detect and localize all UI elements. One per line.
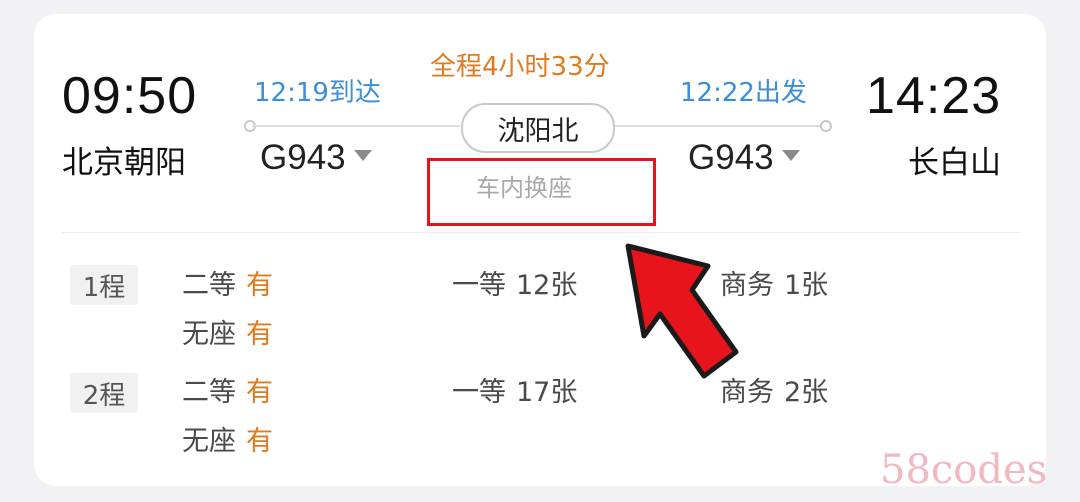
seat-availability: 2张 <box>784 377 829 408</box>
transfer-station-pill: 沈阳北 <box>461 103 615 153</box>
leg-2-badge: 2程 <box>70 373 138 413</box>
watermark-text: 58codes <box>880 447 1048 493</box>
leg-1-badge: 1程 <box>70 265 138 305</box>
seat-availability: 有 <box>246 426 273 457</box>
seat-class-label: 一等 <box>452 377 506 408</box>
seat-second-class[interactable]: 二等有 <box>182 272 273 299</box>
red-arrow-icon <box>625 243 739 379</box>
seat-class-label: 无座 <box>182 426 236 457</box>
train-number-2-dropdown[interactable]: G943 <box>688 140 800 175</box>
seat-second-class[interactable]: 二等有 <box>182 379 273 406</box>
total-duration: 全程4小时33分 <box>430 52 610 82</box>
departure-station: 北京朝阳 <box>62 145 186 181</box>
seat-availability: 有 <box>246 377 273 408</box>
departure-time: 09:50 <box>62 67 198 125</box>
seat-availability: 17张 <box>516 377 578 408</box>
seat-first-class[interactable]: 一等 12张 <box>452 272 577 299</box>
seat-class-label: 二等 <box>182 377 236 408</box>
caret-down-icon <box>781 150 800 162</box>
track-line-left <box>252 125 460 127</box>
highlight-box <box>427 158 656 226</box>
seat-availability: 1张 <box>784 270 829 301</box>
transfer-arrive-time: 12:19到达 <box>254 78 381 108</box>
seat-class-label: 一等 <box>452 270 506 301</box>
track-end-dot <box>820 120 832 132</box>
seat-availability: 有 <box>246 319 273 350</box>
train-result-card[interactable]: 09:50 北京朝阳 14:23 长白山 12:19到达 12:22出发 全程4… <box>34 14 1046 486</box>
arrival-station: 长白山 <box>908 145 1001 181</box>
transfer-depart-time: 12:22出发 <box>680 78 807 108</box>
train-number-1: G943 <box>260 138 346 177</box>
seat-availability: 12张 <box>516 270 578 301</box>
caret-down-icon <box>353 150 372 162</box>
train-number-1-dropdown[interactable]: G943 <box>260 140 372 175</box>
section-divider <box>62 232 1020 233</box>
seat-class-label: 二等 <box>182 270 236 301</box>
train-number-2: G943 <box>688 138 774 177</box>
seat-first-class[interactable]: 一等 17张 <box>452 379 577 406</box>
arrival-time: 14:23 <box>866 67 1002 125</box>
track-line-right <box>612 125 822 127</box>
seat-no-seat[interactable]: 无座有 <box>182 321 273 348</box>
seat-no-seat[interactable]: 无座有 <box>182 428 273 455</box>
seat-availability: 有 <box>246 270 273 301</box>
seat-class-label: 无座 <box>182 319 236 350</box>
